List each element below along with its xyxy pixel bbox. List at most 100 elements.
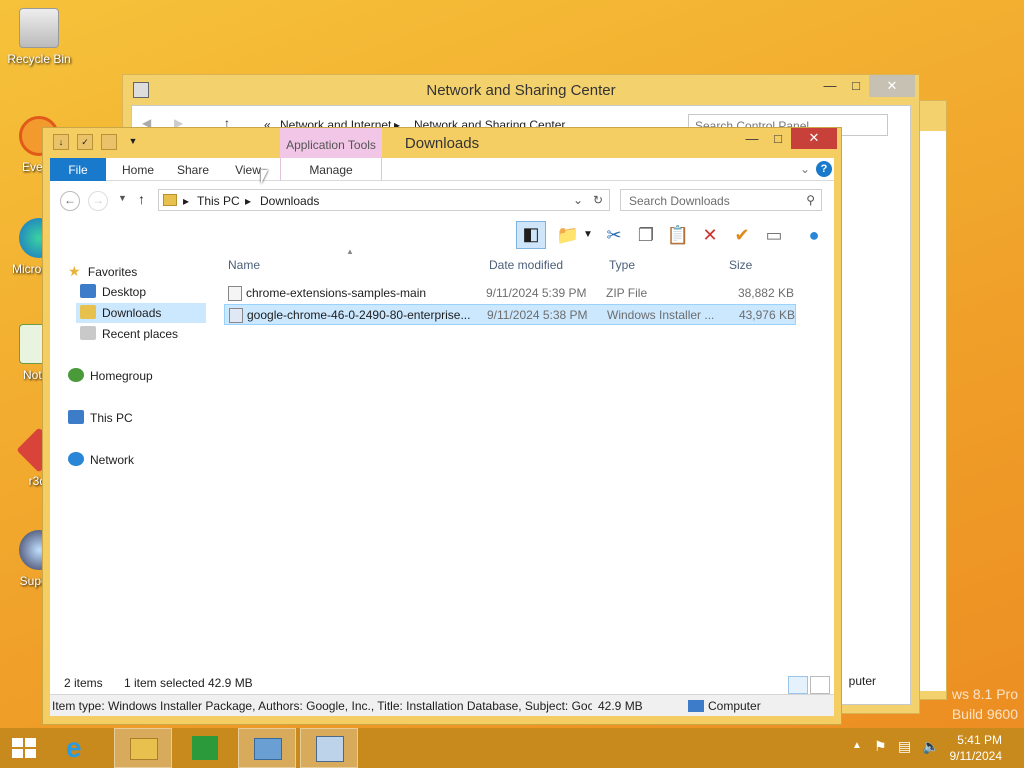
address-bar[interactable]: ▸ This PC ▸ Downloads ⌄ ↻: [158, 189, 610, 211]
nav-favorites[interactable]: ★ Favorites: [68, 261, 137, 281]
details-size: 42.9 MB: [598, 699, 643, 713]
shell-icon[interactable]: ●: [802, 223, 826, 247]
file-type: Windows Installer ...: [607, 308, 715, 322]
store-icon: [192, 736, 218, 760]
tab-home[interactable]: Home: [112, 158, 164, 181]
clock-time: 5:41 PM: [957, 733, 1002, 747]
address-dropdown-icon[interactable]: ⌄: [573, 193, 583, 207]
cut-icon[interactable]: ✂: [602, 223, 626, 247]
recent-places-icon: [80, 326, 96, 340]
nav-label: This PC: [90, 411, 133, 425]
minimize-button[interactable]: —: [739, 128, 765, 150]
file-row[interactable]: chrome-extensions-samples-main 9/11/2024…: [224, 283, 796, 304]
taskbar-store[interactable]: [176, 728, 234, 768]
close-button[interactable]: ✕: [791, 128, 837, 149]
taskbar-file-explorer[interactable]: [114, 728, 172, 768]
nav-network[interactable]: Network: [68, 450, 134, 470]
taskbar-internet-explorer[interactable]: e: [52, 728, 110, 768]
file-name: chrome-extensions-samples-main: [246, 286, 427, 300]
help-icon[interactable]: ?: [816, 161, 832, 177]
search-input[interactable]: Search Downloads ⚲: [620, 189, 822, 211]
maximize-button[interactable]: □: [843, 75, 869, 97]
details-bar: Item type: Windows Installer Package, Au…: [50, 694, 834, 716]
network-status-icon[interactable]: ▤: [898, 738, 911, 755]
nav-homegroup[interactable]: Homegroup: [68, 366, 153, 386]
installer-file-icon: [229, 308, 243, 323]
column-header-name[interactable]: Name: [228, 258, 260, 272]
preview-pane-icon[interactable]: ◧: [516, 221, 546, 249]
back-button[interactable]: ←: [60, 191, 80, 211]
delete-icon[interactable]: ✕: [698, 223, 722, 247]
action-center-flag-icon[interactable]: ⚑: [874, 738, 887, 755]
star-icon: ★: [68, 263, 81, 279]
window-titlebar[interactable]: Network and Sharing Center — □ ✕: [123, 75, 919, 105]
selection-count: 1 item selected: [124, 676, 205, 690]
taskbar-control-panel[interactable]: [238, 728, 296, 768]
up-button[interactable]: ↑: [138, 191, 145, 207]
file-size: 38,882 KB: [737, 286, 794, 300]
paste-icon[interactable]: 📋: [666, 223, 690, 247]
status-bar: 2 items 1 item selected 42.9 MB: [50, 670, 834, 694]
navigation-pane: ★ Favorites Desktop Downloads Recent pla…: [50, 251, 208, 686]
file-size: 43,976 KB: [738, 308, 795, 322]
window-title: Network and Sharing Center: [426, 82, 616, 99]
tab-manage[interactable]: Manage: [280, 158, 382, 181]
details-view-button[interactable]: [788, 676, 808, 694]
large-icons-view-button[interactable]: [810, 676, 830, 694]
properties-icon[interactable]: ▭: [762, 223, 786, 247]
move-to-dropdown-icon[interactable]: ▼: [582, 223, 594, 247]
copy-icon[interactable]: ❐: [634, 223, 658, 247]
rename-check-icon[interactable]: ✔: [730, 223, 754, 247]
tab-share[interactable]: Share: [168, 158, 218, 181]
folder-icon: [163, 194, 177, 206]
watermark-line-1: ws 8.1 Pro: [951, 686, 1018, 702]
computer-icon: [68, 410, 84, 424]
item-count: 2 items: [64, 676, 103, 690]
ribbon-expand-icon[interactable]: ⌄: [800, 162, 810, 176]
sort-indicator-icon: ▲: [346, 247, 354, 256]
volume-muted-icon[interactable]: 🔈: [922, 738, 939, 755]
desktop-icon: [80, 284, 96, 298]
nav-downloads[interactable]: Downloads: [76, 303, 206, 323]
status-fragment: puter: [848, 674, 876, 688]
nav-desktop[interactable]: Desktop: [80, 282, 146, 302]
file-date: 9/11/2024 5:38 PM: [487, 308, 588, 322]
column-header-type[interactable]: Type: [609, 258, 635, 272]
selection-size: 42.9 MB: [208, 676, 253, 690]
breadcrumb-separator-icon: ▸: [183, 194, 190, 208]
nav-this-pc[interactable]: This PC: [68, 408, 133, 428]
maximize-button[interactable]: □: [765, 128, 791, 150]
recent-locations-icon[interactable]: ▼: [118, 193, 127, 203]
desktop-icon-recycle-bin[interactable]: Recycle Bin: [4, 8, 74, 66]
installer-icon: [316, 736, 344, 762]
taskbar-installer[interactable]: [300, 728, 358, 768]
refresh-icon[interactable]: ↻: [593, 193, 603, 207]
window-titlebar[interactable]: ↓ ✓ ▼ Application Tools Downloads — □ ✕: [43, 128, 841, 158]
column-header-size[interactable]: Size: [729, 258, 752, 272]
minimize-button[interactable]: —: [817, 75, 843, 97]
downloads-window[interactable]: ↓ ✓ ▼ Application Tools Downloads — □ ✕ …: [42, 127, 842, 725]
forward-button[interactable]: →: [88, 191, 108, 211]
breadcrumb-downloads[interactable]: Downloads: [260, 194, 319, 208]
command-toolbar: ◧ 📁 ▼ ✂ ❐ 📋 ✕ ✔ ▭ ●: [50, 219, 834, 251]
start-button[interactable]: [0, 728, 48, 768]
search-placeholder: Search Downloads: [629, 194, 730, 208]
window-title: Downloads: [404, 135, 480, 152]
file-type: ZIP File: [606, 286, 648, 300]
zip-file-icon: [228, 286, 242, 301]
details-location: Computer: [708, 699, 761, 713]
control-panel-icon: [254, 738, 282, 760]
recycle-bin-icon: [19, 8, 59, 48]
move-to-icon[interactable]: 📁: [556, 223, 580, 247]
column-header-date[interactable]: Date modified: [489, 258, 563, 272]
nav-recent-places[interactable]: Recent places: [80, 324, 178, 344]
breadcrumb-this-pc[interactable]: This PC: [197, 194, 240, 208]
tab-file[interactable]: File: [50, 158, 106, 181]
breadcrumb-separator-icon: ▸: [245, 194, 252, 208]
taskbar: e ▲ ⚑ ▤ 🔈 5:41 PM 9/11/2024: [0, 728, 1024, 768]
system-clock[interactable]: 5:41 PM 9/11/2024: [950, 732, 1003, 764]
show-hidden-icons-icon[interactable]: ▲: [852, 740, 862, 751]
close-button[interactable]: ✕: [869, 75, 915, 97]
file-row[interactable]: google-chrome-46-0-2490-80-enterprise...…: [224, 304, 796, 325]
internet-explorer-icon: e: [66, 732, 82, 763]
